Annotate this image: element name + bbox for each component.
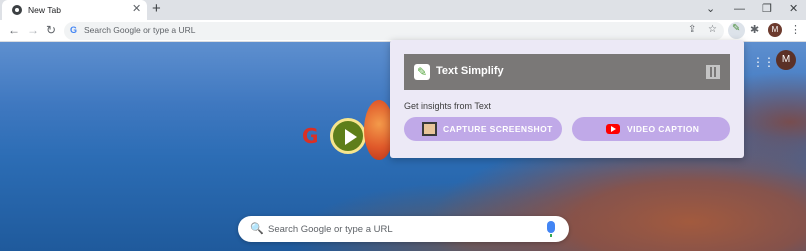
video-caption-button[interactable]: VIDEO CAPTION <box>572 117 730 141</box>
browser-toolbar: ← → ↻ G Search Google or type a URL ⇪ ☆ … <box>0 20 806 42</box>
text-simplify-popup: Text Simplify Get insights from Text CAP… <box>390 40 744 158</box>
search-icon: 🔍 <box>250 223 264 235</box>
back-button[interactable]: ← <box>8 23 20 37</box>
screenshot-icon <box>422 122 437 136</box>
address-bar[interactable]: G Search Google or type a URL ⇪ ☆ <box>64 22 724 40</box>
address-bar-placeholder: Search Google or type a URL <box>84 25 196 35</box>
youtube-icon <box>606 124 620 134</box>
tab-new-tab[interactable]: New Tab ✕ <box>2 0 147 21</box>
doodle-play-icon[interactable] <box>330 118 366 154</box>
google-g-icon: G <box>70 25 78 35</box>
microphone-icon[interactable] <box>547 221 555 237</box>
tab-strip: New Tab ✕ + ⌄ — ❐ ✕ <box>0 0 806 21</box>
minimize-button[interactable]: — <box>734 2 745 16</box>
popup-header: Text Simplify <box>404 54 730 90</box>
tab-search-chevron-icon[interactable]: ⌄ <box>706 2 715 16</box>
chrome-favicon-icon <box>12 5 22 15</box>
account-avatar[interactable]: M <box>776 50 796 70</box>
restore-button[interactable]: ❐ <box>762 2 772 16</box>
new-tab-button[interactable]: + <box>152 1 161 17</box>
share-icon[interactable]: ⇪ <box>688 24 696 35</box>
browser-menu-icon[interactable]: ⋮ <box>790 23 801 36</box>
google-search-box[interactable]: 🔍 Search Google or type a URL <box>238 216 569 242</box>
close-window-button[interactable]: ✕ <box>789 2 798 16</box>
reload-button[interactable]: ↻ <box>46 23 56 37</box>
search-placeholder: Search Google or type a URL <box>268 224 393 235</box>
text-simplify-logo-icon <box>414 64 430 80</box>
pencil-icon: ✎ <box>732 23 741 34</box>
profile-avatar[interactable]: M <box>768 23 782 37</box>
text-simplify-extension-button[interactable]: ✎ <box>728 22 745 39</box>
popup-title: Text Simplify <box>436 65 504 77</box>
tab-title: New Tab <box>28 5 61 15</box>
extensions-puzzle-icon[interactable]: ✱ <box>750 23 759 36</box>
bookmark-star-icon[interactable]: ☆ <box>708 24 717 35</box>
capture-screenshot-label: CAPTURE SCREENSHOT <box>443 124 553 134</box>
popup-subtitle: Get insights from Text <box>404 101 491 111</box>
tab-close-icon[interactable]: ✕ <box>132 3 141 15</box>
forward-button[interactable]: → <box>27 23 39 37</box>
doodle-letter-g: G <box>302 124 319 148</box>
capture-screenshot-button[interactable]: CAPTURE SCREENSHOT <box>404 117 562 141</box>
video-caption-label: VIDEO CAPTION <box>627 124 700 134</box>
qr-code-icon[interactable] <box>706 65 720 79</box>
